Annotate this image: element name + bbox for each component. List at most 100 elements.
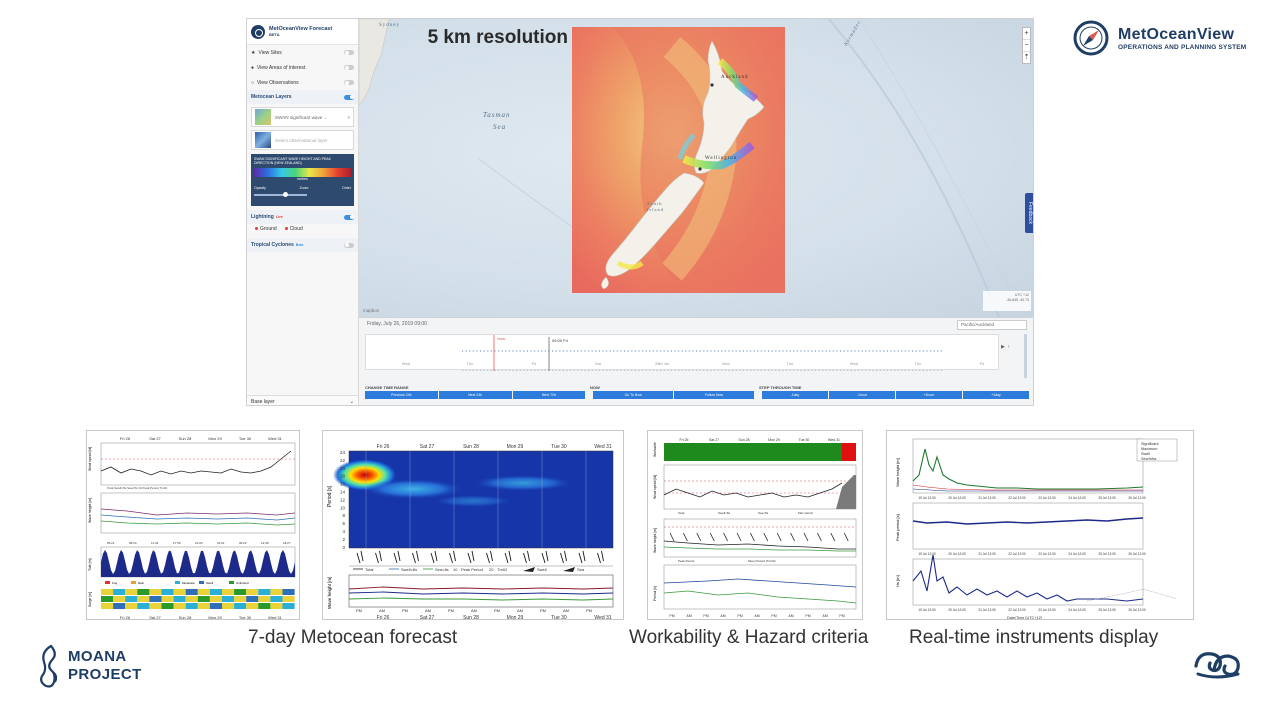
tasman-sea-label: Tasman [483,111,511,119]
period-tick-label: 24 [340,450,346,455]
period-tick-label: 18 [340,474,346,479]
section-label: Tropical Cyclones [251,242,294,248]
close-icon[interactable]: × [347,115,350,120]
p1-day-label: Sun 28 [179,436,192,441]
chevron-right-icon[interactable]: › [1008,344,1010,350]
section-label: Metocean Layers [251,94,292,100]
map-view[interactable]: 5 km resolution Tasman Sea Sydney Auckla… [359,19,1033,317]
now-buttons: Go To Now Follow Now [593,391,754,399]
wave-swirl-logo-icon [1194,652,1240,679]
menu-label: View Sites [258,49,282,56]
p4-xtick-label: 25 Jul 12:00 [1098,608,1116,612]
lightning-header[interactable]: Lightning Live [247,210,358,224]
previous-24h-button[interactable]: Previous 24h [365,391,438,399]
p4-hs-ylabel: Hs [m] [895,575,900,587]
p2-ampm-label: PM [448,608,454,613]
hazard-bar [842,443,856,461]
utc-readout: UTC +12 -36.845 -40.73 [983,291,1031,311]
go-to-now-button[interactable]: Go To Now [593,391,674,399]
timeline-day-tick: Tue [787,361,795,366]
base-layer-selector[interactable]: Base layer ⌄ [247,395,358,405]
zoom-out-button[interactable]: − [1023,40,1030,52]
beta-badge: Beta [295,243,304,247]
tropical-cyclones-header[interactable]: Tropical Cyclones Beta [247,238,358,252]
zoom-in-button[interactable]: + [1023,28,1030,40]
lightning-options: Ground Cloud [247,224,358,234]
brand-tagline: OPERATIONS AND PLANNING SYSTEM [1118,43,1247,51]
metocean-layers-header[interactable]: Metocean Layers [247,90,358,104]
view-sites-toggle[interactable] [344,50,354,55]
legend-10: 10 [453,567,458,572]
mapbox-attribution[interactable]: mapbox [363,308,379,313]
p3-day-label: Fri 26 [680,438,689,442]
weather-cell [113,596,126,602]
swan-layer-card[interactable]: SWAN significant wave ... × [251,107,354,127]
direction-arrow [582,550,586,562]
slide: MetOceanView Forecast BETA ★ View Sites ●… [0,0,1280,720]
plus-1day-button[interactable]: +1day [962,391,1029,399]
zoom-controls: + − ⇡ [1022,27,1031,64]
follow-now-button[interactable]: Follow Now [674,391,754,399]
menu-view-areas[interactable]: ● View Areas of interest [247,60,358,75]
p4-xtick-label: 22 Jul 12:00 [1008,552,1026,556]
p3-day-label: Sun 28 [738,438,749,442]
menu-view-observations[interactable]: ○ View Observations [247,75,358,90]
menu-view-sites[interactable]: ★ View Sites [247,45,358,60]
cloud-option[interactable]: Cloud [284,226,303,232]
cyclones-toggle[interactable] [344,242,354,248]
vertical-slider[interactable] [1024,334,1027,378]
workability-plot: Fri 26 Sat 27 Sun 28 Mon 29 Tue 30 Wed 31 Wor… [653,438,857,618]
observational-layer-select[interactable]: Select observational layer [251,130,354,150]
lightning-toggle[interactable] [344,214,354,220]
p1-day-label-bottom: Sat 27 [149,615,161,620]
compass-icon[interactable]: ⇡ [1023,52,1030,63]
p4-xtick-label: 23 Jul 12:00 [1038,552,1056,556]
star-icon: ★ [251,49,256,56]
range-buttons: Previous 24h Next 24h Next 72h [365,391,586,399]
p4-xtick-label: 24 Jul 12:00 [1068,552,1086,556]
metocean-layers-toggle[interactable] [344,94,354,100]
minus-1hour-button[interactable]: -1hour [828,391,895,399]
p4-xtick-label: 23 Jul 12:00 [1038,496,1056,500]
p1-wave-ylabel: Wave height [m] [88,498,92,523]
direction-arrow [504,552,509,564]
p3-workable-ylabel: Workable [653,442,657,457]
period-tick-label: 12 [340,497,346,502]
weather-bars [101,589,295,609]
next-72h-button[interactable]: Next 72h [512,391,586,399]
trench-ridge-2 [858,19,1025,317]
timeline-track[interactable]: Wed Thu Fri Sat 28th Jul Mon Tue Wed Thu Fri Now … [365,334,999,372]
minus-1day-button[interactable]: -1day [761,391,828,399]
weather-cell [246,603,259,609]
red-dot-icon [255,227,258,230]
p4-xlabel: Date/Time [UTC+12] [1007,616,1042,620]
circle-filled-icon: ● [251,64,255,71]
timezone-select[interactable]: Pacific/Auckland [957,320,1027,330]
view-observations-toggle[interactable] [344,80,354,85]
play-icon[interactable]: ▶ [1001,344,1005,350]
ground-option[interactable]: Ground [255,226,277,232]
period-tick-label: 20 [340,466,346,471]
p3-day-label: Wed 31 [828,438,840,442]
p3-legend-swell: Swell>8s [718,511,731,515]
p4-xtick-label: 24 Jul 12:00 [1068,496,1086,500]
weather-cell [137,596,150,602]
p3-day-label: Tue 30 [799,438,810,442]
p3-ampm-label: PM [669,614,674,618]
next-24h-button[interactable]: Next 24h [438,391,512,399]
feedback-tab[interactable]: Feedback [1025,193,1033,233]
p4-xtick-label: 26 Jul 12:00 [1128,552,1146,556]
p2-day-label-bottom: Sat 27 [420,615,435,620]
plus-1hour-button[interactable]: +1hour [895,391,962,399]
trench-ridge [828,19,1000,317]
brand-name: MetOceanView [1118,25,1235,43]
direction-arrow [490,550,493,562]
section-now: NOW [590,385,600,390]
direction-arrow [360,550,364,562]
weather-cell [161,589,174,595]
opacity-slider[interactable] [254,192,308,197]
tide-time-label: 08:34 [129,541,137,545]
p3-ampm-label: PM [771,614,776,618]
p2-ampm-label: PM [356,608,362,613]
view-areas-toggle[interactable] [344,65,354,70]
